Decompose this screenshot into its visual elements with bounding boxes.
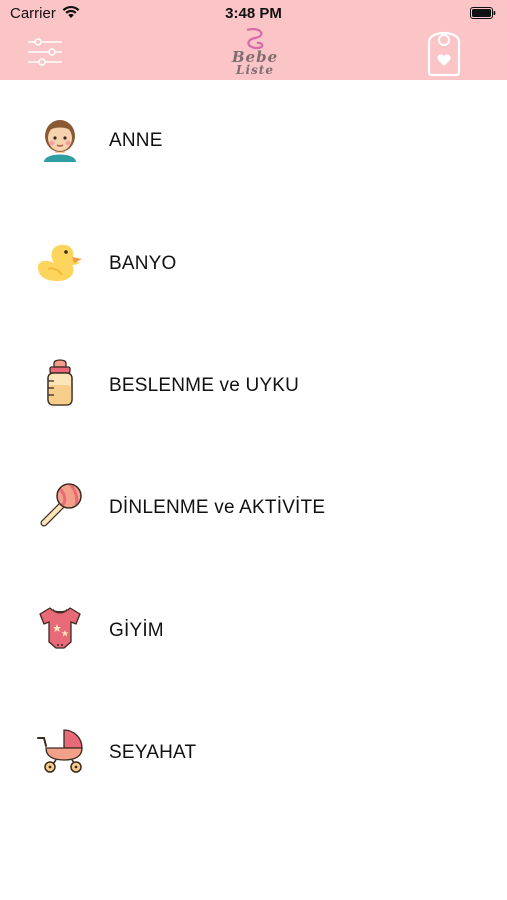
category-item-dinlenme-ve-aktivite[interactable]: DİNLENME ve AKTİVİTE (0, 457, 507, 557)
category-label: DİNLENME ve AKTİVİTE (109, 497, 326, 518)
category-label: BANYO (109, 253, 177, 274)
category-label: ANNE (109, 130, 163, 151)
category-item-banyo[interactable]: BANYO (0, 213, 507, 313)
category-label: BESLENME ve UYKU (109, 375, 300, 396)
category-label: GİYİM (109, 620, 164, 641)
app-logo: Bebe Liste (205, 28, 305, 78)
nav-bar: Bebe Liste (0, 28, 507, 80)
status-time: 3:48 PM (225, 5, 282, 22)
category-item-beslenme-ve-uyku[interactable]: BESLENME ve UYKU (0, 335, 507, 435)
door-hanger-heart-icon[interactable] (423, 24, 465, 78)
category-item-seyahat[interactable]: SEYAHAT (0, 702, 507, 802)
mother-icon (44, 120, 76, 162)
battery-icon (470, 7, 496, 19)
category-item-giyim[interactable]: GİYİM (0, 580, 507, 680)
sliders-icon[interactable] (26, 36, 64, 68)
stroller-icon (37, 729, 83, 773)
baby-bottle-icon (47, 359, 73, 406)
category-item-anne[interactable]: ANNE (0, 90, 507, 190)
logo-text-liste: Liste (236, 63, 274, 77)
category-label: SEYAHAT (109, 742, 197, 763)
rattle-icon (40, 483, 82, 527)
onesie-icon (39, 607, 81, 649)
rubber-duck-icon (38, 244, 82, 281)
header: Carrier 3:48 PM Bebe Liste (0, 0, 507, 80)
